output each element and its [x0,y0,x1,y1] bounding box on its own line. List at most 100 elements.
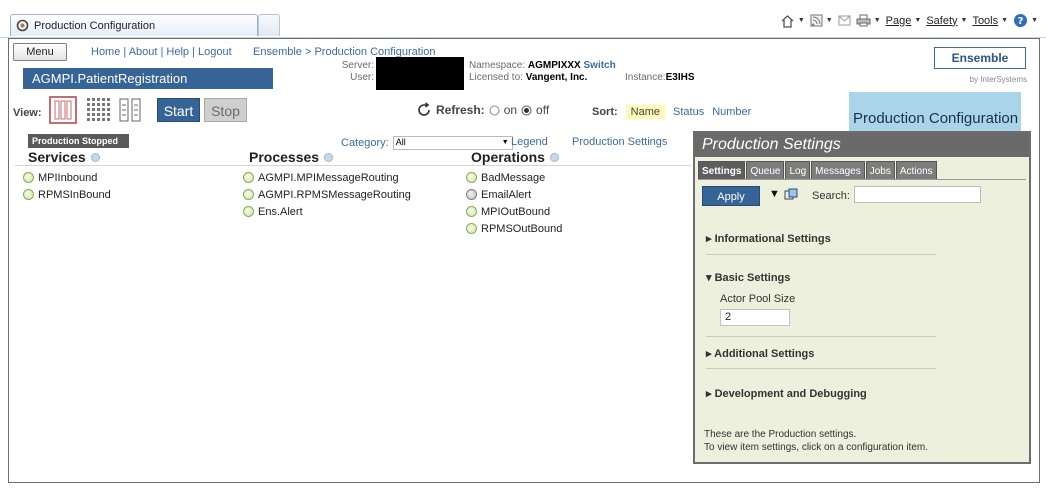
mail-icon [838,15,851,26]
search-input[interactable] [854,186,981,203]
home-button[interactable]: ▼ [780,14,805,28]
redacted-box [376,57,464,90]
tab-settings[interactable]: Settings [698,161,746,180]
list-item[interactable]: AGMPI.MPIMessageRouting [243,169,411,186]
status-indicator-icon [243,189,254,200]
ensemble-logo: Ensemble [934,47,1026,69]
sort-control: Sort: Name Status Number [592,105,752,119]
feeds-icon [810,14,823,27]
home-icon [781,14,794,28]
status-indicator-icon [466,172,477,183]
sort-name-option[interactable]: Name [625,105,666,119]
view-mode-list[interactable] [117,96,145,124]
add-service-icon[interactable] [90,152,100,162]
tab-queue[interactable]: Queue [746,161,785,180]
chevron-down-icon: ▼ [960,17,968,24]
switch-link[interactable]: Switch [584,60,616,71]
refresh-on-radio[interactable] [489,105,500,116]
services-header: Services [28,149,100,165]
chevron-down-icon: ▼ [1031,17,1038,24]
filter-dropdown-icon[interactable]: ▼ [769,188,780,200]
list-item[interactable]: EmailAlert [466,186,562,203]
chevron-down-icon: ▼ [914,17,922,24]
menu-button[interactable]: Menu [13,43,67,61]
refresh-icon[interactable] [416,102,432,118]
namespace-info: Namespace: AGMPIXXX Switch [469,60,616,71]
chevron-down-icon: ▼ [873,17,881,24]
page-title: Production Configuration [849,92,1021,131]
actor-pool-size-input[interactable]: 2 [720,309,790,326]
safety-menu[interactable]: Safety ▼ [926,15,967,27]
category-select[interactable]: All [392,136,513,150]
tab-actions[interactable]: Actions [895,161,937,180]
panel-title: Production Settings [695,133,1029,157]
chevron-down-icon: ▼ [825,17,833,24]
browser-tab-active[interactable]: Production Configuration [10,14,258,36]
development-debugging-section[interactable]: ▸ Development and Debugging [706,387,867,400]
informational-settings-section[interactable]: ▸ Informational Settings [706,232,831,245]
production-settings-link[interactable]: Production Settings [572,136,667,148]
refresh-control: Refresh: on off [416,102,549,118]
production-settings-panel: Production Settings Settings Queue Log M… [693,131,1031,464]
status-indicator-icon [23,172,34,183]
sort-number-option[interactable]: Number [712,106,751,118]
tab-jobs[interactable]: Jobs [865,161,895,180]
top-nav-links[interactable]: Home | About | Help | Logout [91,46,232,58]
section-divider [706,254,936,255]
operations-header: Operations [471,149,559,165]
page-menu[interactable]: Page ▼ [886,15,922,27]
operations-list: BadMessage EmailAlert MPIOutBound RPMSOu… [466,169,562,237]
feeds-button[interactable]: ▼ [810,14,833,27]
instance-info: Instance:E3IHS [625,72,695,83]
view-mode-columns[interactable] [49,96,77,124]
actor-pool-size-label: Actor Pool Size [720,293,796,305]
list-item[interactable]: MPIOutBound [466,203,562,220]
column-divider [15,165,691,166]
help-icon: ? [1014,14,1028,27]
panel-help-text: These are the Production settings. To vi… [704,429,928,453]
browser-command-bar: ▼ ▼ ▼ Page ▼ Safety ▼ Tools ▼ ? ▼ [780,13,1038,28]
mail-button[interactable] [838,15,851,26]
list-item[interactable]: BadMessage [466,169,562,186]
view-mode-grid[interactable] [85,96,113,124]
view-label: View: [13,107,42,119]
basic-settings-section[interactable]: ▾ Basic Settings [706,271,790,284]
list-item[interactable]: Ens.Alert [243,203,411,220]
production-name: AGMPI.PatientRegistration [23,68,273,89]
chevron-down-icon: ▼ [797,17,805,24]
ensemble-favicon-icon [16,19,29,32]
additional-settings-section[interactable]: ▸ Additional Settings [706,347,814,360]
list-item[interactable]: RPMSOutBound [466,220,562,237]
browser-tab-bar: Production Configuration ▼ ▼ ▼ Page ▼ Saf… [0,0,1046,38]
refresh-off-radio[interactable] [521,105,532,116]
add-process-icon[interactable] [324,152,334,162]
services-list: MPIInbound RPMSInBound [23,169,111,203]
status-indicator-icon [23,189,34,200]
sort-status-option[interactable]: Status [673,106,704,118]
tools-menu[interactable]: Tools ▼ [972,15,1008,27]
server-label: Server: [341,60,374,71]
tab-messages[interactable]: Messages [811,161,865,180]
list-item[interactable]: MPIInbound [23,169,111,186]
print-button[interactable]: ▼ [856,14,881,27]
help-button[interactable]: ? ▼ [1013,13,1038,28]
chevron-down-icon: ▼ [1001,17,1009,24]
legend-link[interactable]: Legend [511,136,548,148]
user-label: User: [350,72,374,83]
stop-button[interactable]: Stop [204,98,247,122]
copy-icon[interactable] [784,188,798,200]
list-item[interactable]: AGMPI.RPMSMessageRouting [243,186,411,203]
tab-log[interactable]: Log [785,161,811,180]
new-tab-button[interactable] [258,14,280,36]
start-button[interactable]: Start [157,98,200,122]
processes-list: AGMPI.MPIMessageRouting AGMPI.RPMSMessag… [243,169,411,220]
add-operation-icon[interactable] [549,152,559,162]
status-badge: Production Stopped [28,134,129,148]
apply-button[interactable]: Apply [702,186,760,206]
section-divider [706,368,936,369]
status-indicator-icon [466,206,477,217]
columns-view-icon [54,100,72,120]
list-item[interactable]: RPMSInBound [23,186,111,203]
printer-icon [856,14,871,27]
status-indicator-icon [466,189,477,200]
